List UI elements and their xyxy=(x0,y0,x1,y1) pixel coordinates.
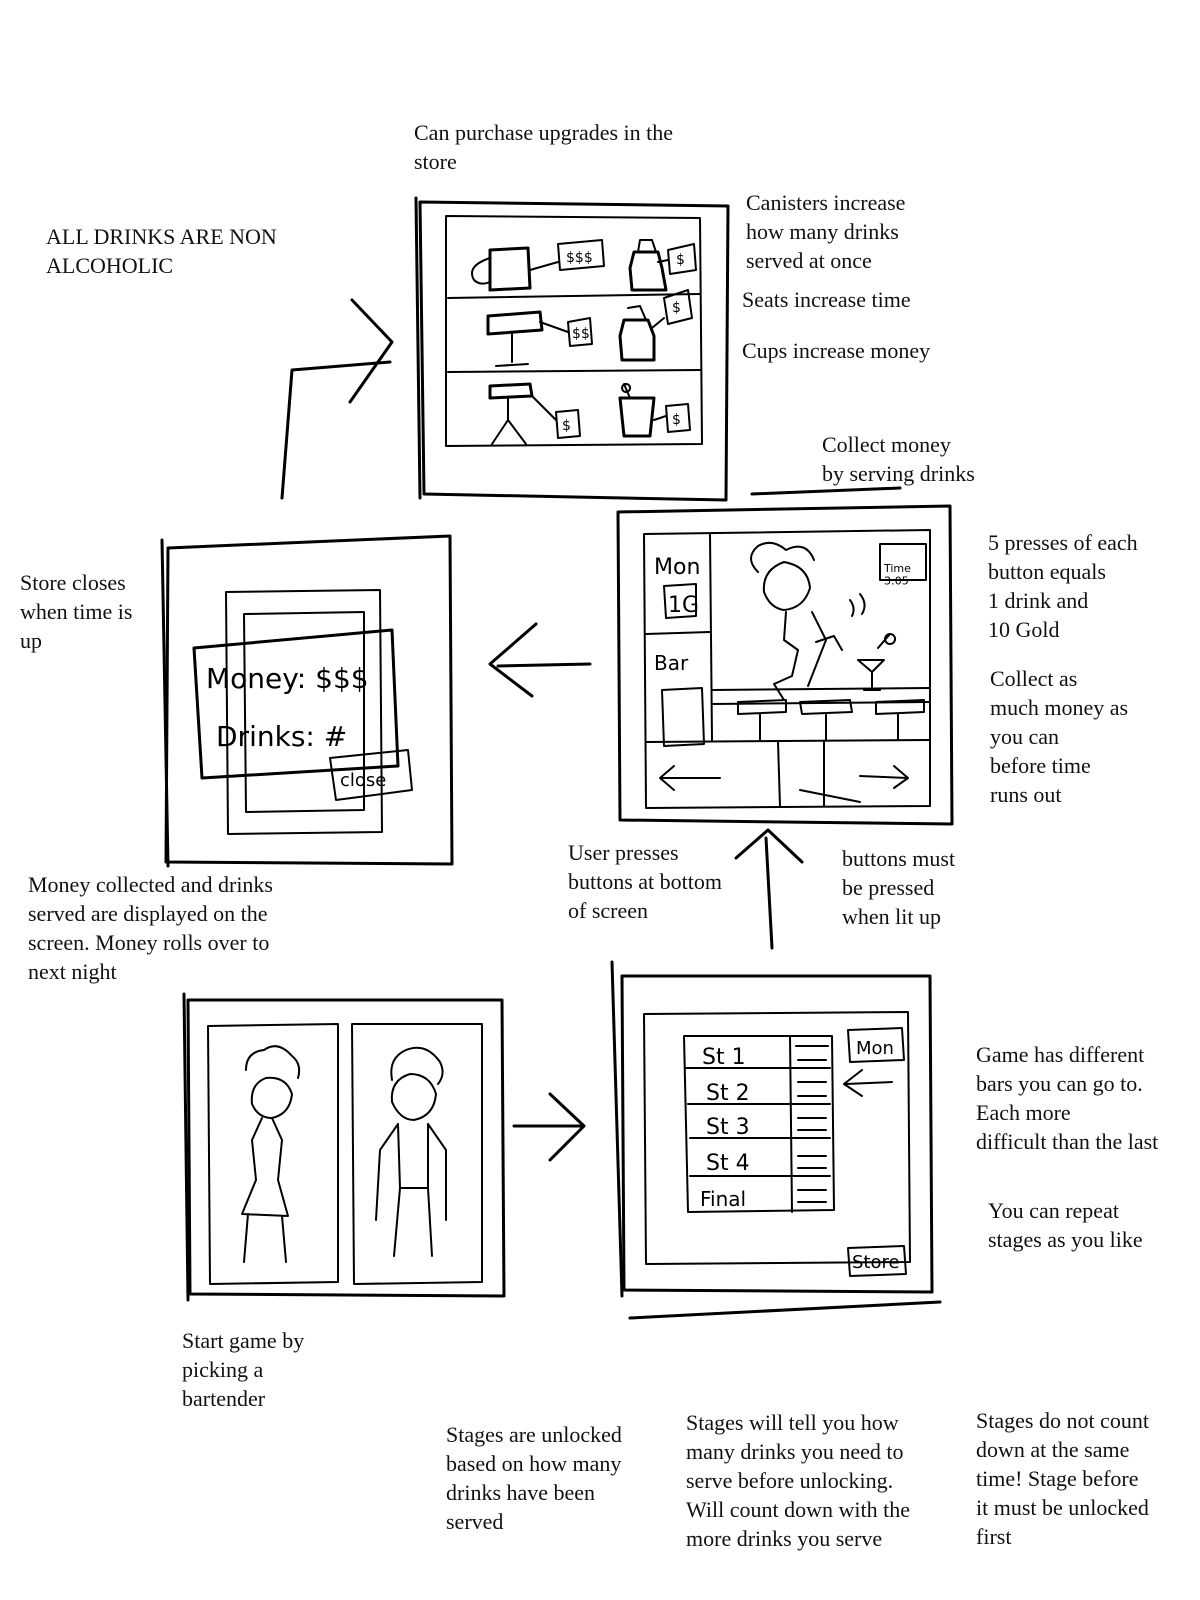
price-tag-single-1: $ xyxy=(676,252,685,268)
note-collect-much: Collect as much money as you can before … xyxy=(990,666,1129,807)
note-different-bars: Game has different bars you can go to. E… xyxy=(976,1042,1159,1154)
store-screen-sketch xyxy=(414,196,730,502)
note-tell-you: Stages will tell you how many drinks you… xyxy=(686,1410,910,1551)
arrow-to-results xyxy=(488,622,592,698)
results-screen-sketch xyxy=(160,534,454,868)
note-presses: 5 presses of each button equals 1 drink … xyxy=(988,530,1138,642)
stage-select-money-tab: Mon xyxy=(856,1038,894,1059)
gameplay-bar-label: Bar xyxy=(654,651,689,675)
note-canisters: Canisters increase how many drinks serve… xyxy=(746,190,906,273)
note-store-closes: Store closes when time is up xyxy=(20,570,133,653)
stage-1-label: St 1 xyxy=(702,1045,746,1070)
stage-final-label: Final xyxy=(700,1187,746,1211)
price-tag-double: $$ xyxy=(572,326,590,342)
note-money-collected: Money collected and drinks served are di… xyxy=(28,872,273,984)
bartender-select-sketch xyxy=(182,992,506,1302)
note-seats: Seats increase time xyxy=(742,287,911,312)
arrow-to-gameplay xyxy=(734,828,804,950)
note-store-purchase: Can purchase upgrades in the store xyxy=(414,120,674,174)
price-tag-single-3: $ xyxy=(562,418,571,434)
note-collect-money: Collect money by serving drinks xyxy=(822,432,975,486)
stage-3-label: St 3 xyxy=(706,1115,750,1140)
stage-4-label: St 4 xyxy=(706,1151,750,1176)
stage-2-label: St 2 xyxy=(706,1081,750,1106)
arrow-to-stage-select xyxy=(512,1092,586,1162)
arrow-to-store xyxy=(280,298,394,500)
price-tag-single-4: $ xyxy=(672,412,681,428)
note-unlocked: Stages are unlocked based on how many dr… xyxy=(446,1422,622,1534)
note-repeat-stages: You can repeat stages as you like xyxy=(988,1198,1143,1252)
storyboard-canvas: $$$ $ $$ $ $ $ Mon 1G Bar Time 3:05 Mone… xyxy=(0,0,1200,1600)
gameplay-timer: Time 3:05 xyxy=(883,562,911,588)
note-all-drinks: ALL DRINKS ARE NON ALCOHOLIC xyxy=(46,224,277,278)
price-tag-single-2: $ xyxy=(672,300,681,316)
note-buttons-lit: buttons must be pressed when lit up xyxy=(842,846,956,929)
results-drinks: Drinks: # xyxy=(216,720,347,753)
gameplay-money-value: 1G xyxy=(668,593,699,618)
gameplay-money-label: Mon xyxy=(654,555,700,580)
price-tag-triple: $$$ xyxy=(566,250,593,266)
results-money: Money: $$$ xyxy=(206,662,369,695)
note-not-count: Stages do not count down at the same tim… xyxy=(976,1408,1149,1549)
note-user-presses: User presses buttons at bottom of screen xyxy=(568,840,722,923)
stage-select-store-button: Store xyxy=(852,1252,900,1273)
note-cups: Cups increase money xyxy=(742,338,931,363)
results-close-button: close xyxy=(340,770,386,791)
note-start-game: Start game by picking a bartender xyxy=(182,1328,305,1411)
